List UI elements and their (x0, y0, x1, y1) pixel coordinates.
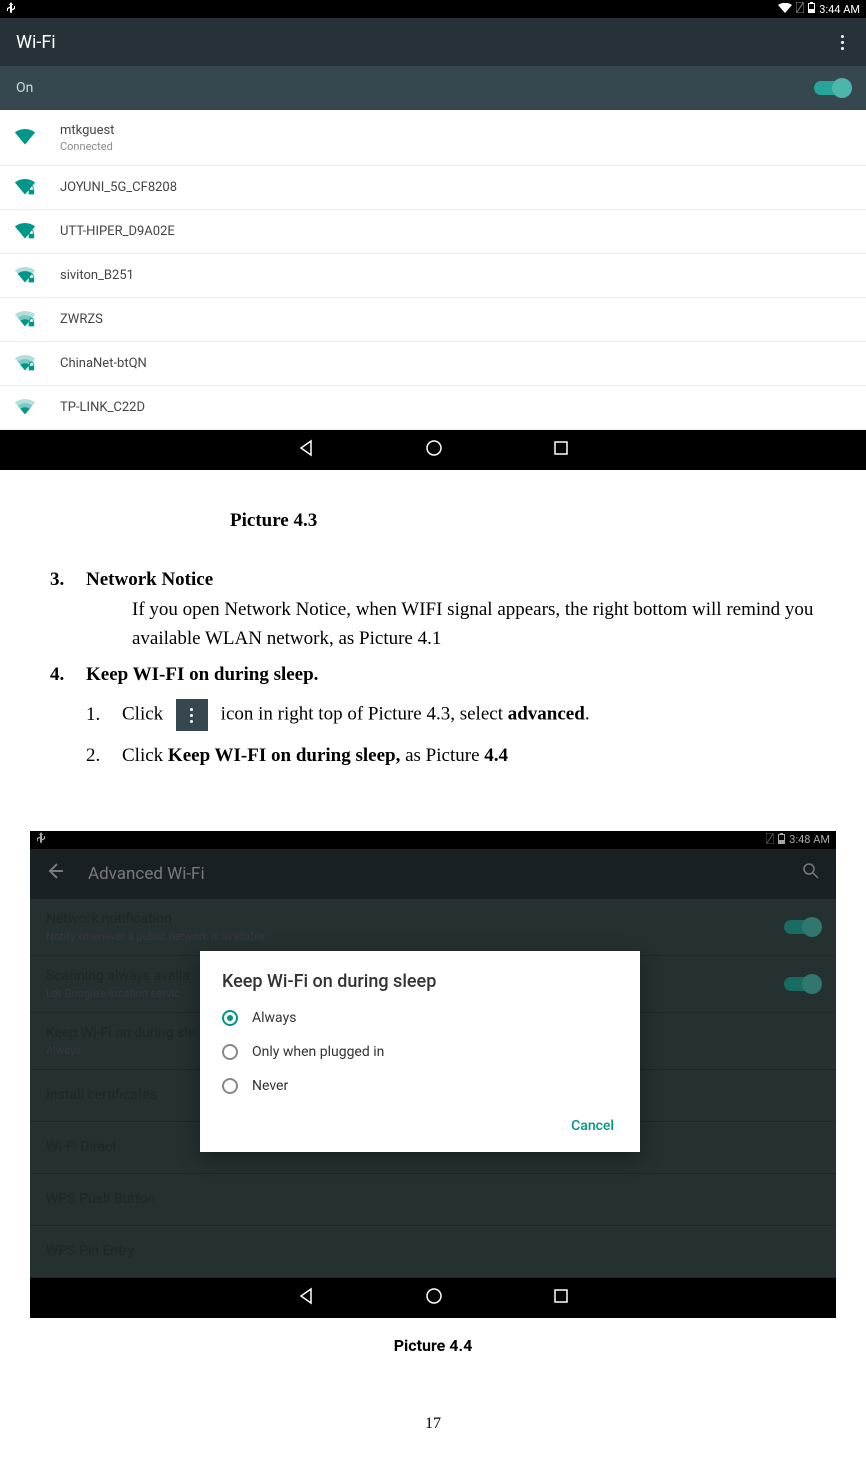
setting-title: Install certificates (46, 1087, 157, 1103)
status-time: 3:48 AM (789, 833, 830, 846)
settings-row[interactable]: Network notification Notify whenever a p… (30, 899, 836, 956)
overflow-menu-icon (176, 699, 208, 731)
wifi-toggle-switch[interactable] (814, 81, 850, 95)
toggle-switch[interactable] (784, 977, 820, 991)
wifi-settings-screenshot: 3:44 AM Wi-Fi On mtkguest Connected JOYU… (0, 0, 866, 470)
setting-title: Wi-Fi Direct (46, 1139, 117, 1155)
paragraph: If you open Network Notice, when WIFI si… (132, 595, 826, 654)
wifi-signal-icon (14, 398, 36, 417)
radio-label: Only when plugged in (252, 1044, 384, 1060)
section-heading: Keep WI-FI on during sleep. (86, 660, 318, 689)
setting-title: WPS Push Button (46, 1191, 155, 1207)
wifi-network-row[interactable]: mtkguest Connected (0, 110, 866, 166)
search-icon[interactable] (802, 862, 820, 885)
wifi-on-label: On (16, 80, 33, 96)
setting-title: WPS Pin Entry (46, 1243, 134, 1259)
setting-title: Keep Wi-Fi on during sle (46, 1025, 195, 1041)
wifi-signal-icon (14, 178, 36, 197)
setting-title: Network notification (46, 911, 265, 927)
wifi-network-row[interactable]: TP-LINK_C22D (0, 386, 866, 430)
setting-title: Scanning always availa (46, 968, 190, 984)
network-name: ZWRZS (60, 312, 103, 327)
keep-wifi-dialog: Keep Wi-Fi on during sleep Always Only w… (200, 951, 640, 1152)
status-bar: 3:44 AM (0, 0, 866, 18)
android-nav-bar (30, 1278, 836, 1318)
page-number: 17 (0, 1415, 866, 1433)
radio-icon (222, 1044, 238, 1060)
wifi-signal-icon (14, 128, 36, 147)
advanced-wifi-screenshot: 3:48 AM Advanced Wi-Fi Network notificat… (30, 831, 836, 1318)
wifi-status-icon (778, 3, 792, 16)
list-item: 4. Keep WI-FI on during sleep. (50, 660, 826, 689)
wifi-network-list: mtkguest Connected JOYUNI_5G_CF8208 UTT-… (0, 110, 866, 430)
network-name: mtkguest (60, 123, 114, 138)
wifi-network-row[interactable]: UTT-HIPER_D9A02E (0, 210, 866, 254)
setting-subtitle: Always (46, 1044, 195, 1057)
dialog-title: Keep Wi-Fi on during sleep (222, 971, 618, 992)
cancel-button[interactable]: Cancel (571, 1118, 614, 1134)
figure-caption: Picture 4.4 (0, 1336, 866, 1355)
usb-icon (36, 832, 46, 847)
network-name: siviton_B251 (60, 268, 134, 283)
wifi-network-row[interactable]: ZWRZS (0, 298, 866, 342)
wifi-master-toggle-row[interactable]: On (0, 66, 866, 110)
radio-icon (222, 1078, 238, 1094)
list-item: 1. Click icon in right top of Picture 4.… (86, 699, 826, 731)
page-title: Advanced Wi-Fi (88, 864, 205, 884)
wifi-signal-icon (14, 310, 36, 329)
sim-icon (796, 2, 804, 16)
app-bar: Advanced Wi-Fi (30, 849, 836, 899)
back-button[interactable] (297, 1287, 315, 1309)
radio-group: Always Only when plugged in Never (222, 1010, 618, 1094)
toggle-switch[interactable] (784, 920, 820, 934)
overflow-menu-icon[interactable] (835, 29, 850, 56)
battery-icon (808, 2, 815, 16)
home-button[interactable] (425, 1287, 443, 1309)
wifi-signal-icon (14, 222, 36, 241)
back-button[interactable] (297, 439, 315, 461)
battery-icon (778, 833, 785, 847)
home-button[interactable] (425, 439, 443, 461)
radio-icon (222, 1010, 238, 1026)
radio-option[interactable]: Only when plugged in (222, 1044, 618, 1060)
network-name: ChinaNet-btQN (60, 356, 147, 371)
figure-caption: Picture 4.3 (230, 506, 826, 535)
usb-icon (6, 2, 16, 17)
radio-option[interactable]: Never (222, 1078, 618, 1094)
document-body: Picture 4.3 3. Network Notice If you ope… (0, 470, 866, 831)
page-title: Wi-Fi (16, 32, 56, 53)
radio-label: Always (252, 1010, 296, 1026)
wifi-signal-icon (14, 354, 36, 373)
setting-subtitle: Notify whenever a public network is avai… (46, 930, 265, 943)
setting-subtitle: Let Google's location servic (46, 987, 190, 1000)
network-name: TP-LINK_C22D (60, 400, 145, 415)
status-time: 3:44 AM (819, 3, 860, 16)
recent-button[interactable] (553, 1288, 569, 1308)
wifi-network-row[interactable]: siviton_B251 (0, 254, 866, 298)
wifi-network-row[interactable]: ChinaNet-btQN (0, 342, 866, 386)
radio-option[interactable]: Always (222, 1010, 618, 1026)
android-nav-bar (0, 430, 866, 470)
list-item: 3. Network Notice If you open Network No… (50, 565, 826, 653)
wifi-signal-icon (14, 266, 36, 285)
sim-icon (766, 833, 774, 847)
settings-row[interactable]: WPS Push Button (30, 1174, 836, 1226)
network-name: JOYUNI_5G_CF8208 (60, 180, 177, 195)
status-bar: 3:48 AM (30, 831, 836, 849)
back-arrow-icon[interactable] (46, 862, 64, 885)
recent-button[interactable] (553, 440, 569, 460)
app-bar: Wi-Fi (0, 18, 866, 66)
list-item: 2. Click Keep WI-FI on during sleep, as … (86, 741, 826, 770)
radio-label: Never (252, 1078, 288, 1094)
settings-row[interactable]: WPS Pin Entry (30, 1226, 836, 1278)
network-status: Connected (60, 140, 114, 153)
wifi-network-row[interactable]: JOYUNI_5G_CF8208 (0, 166, 866, 210)
section-heading: Network Notice (86, 565, 826, 594)
network-name: UTT-HIPER_D9A02E (60, 224, 175, 239)
